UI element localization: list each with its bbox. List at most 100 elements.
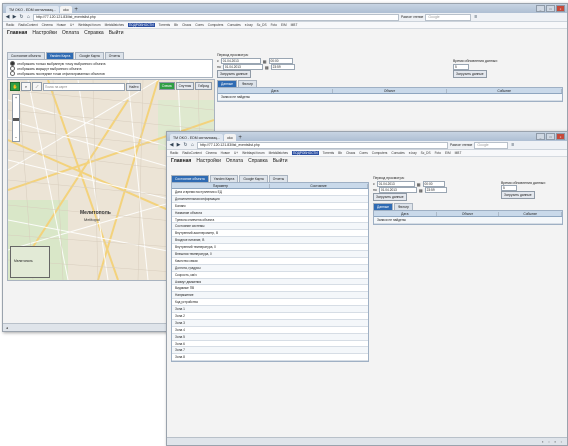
bookmark-item[interactable]: Radio [6,23,14,27]
apply-button[interactable]: Загрузить данные [501,191,535,199]
map-type-hybrid[interactable]: Гибрид [195,82,212,90]
calendar-icon[interactable]: ▦ [265,65,269,70]
menu-icon[interactable]: ≡ [473,14,478,20]
param-row[interactable]: Качество связи [172,258,368,265]
address-bar[interactable]: http://77.120.121.83/list_eventslist.php [197,141,448,149]
calendar-icon[interactable]: ▦ [417,182,421,187]
bookmark-item[interactable]: ПОДРОБНОСТИ [127,23,155,27]
zoom-in-icon[interactable]: + [13,95,19,100]
forward-icon[interactable]: ▶ [12,14,17,20]
minimize-icon[interactable]: _ [536,5,545,12]
bookmark-item[interactable]: Radio [170,151,178,155]
bookmark-item[interactable]: Новое [57,23,66,27]
column-event[interactable]: Событие [447,88,563,93]
radio-last-points[interactable]: отображать последние точки отфильтрованн… [10,71,210,76]
time-to-input[interactable]: 23:59 [270,64,295,70]
maximize-icon[interactable]: □ [546,133,555,140]
tab-object-state[interactable]: Состояние объекта [171,175,209,182]
bookmark-item[interactable]: EIM [445,151,451,155]
tab-filter[interactable]: Фильтр [237,80,257,87]
bookmarks-reading-label[interactable]: Разное чтение [401,15,423,19]
menu-settings[interactable]: Настройки [32,30,57,36]
home-icon[interactable]: ⌂ [190,142,195,148]
param-row[interactable]: Азимут движения [172,278,368,286]
search-input[interactable]: Google [474,141,509,149]
param-row[interactable]: Зона 8 [172,354,368,362]
tab-reports[interactable]: Отчеты [104,52,125,59]
param-row[interactable]: Дополнительная информация [172,195,368,203]
param-row[interactable]: Скорость, км/ч [172,272,368,279]
apply-button[interactable]: Загрузить данные [453,70,487,78]
tab-google-map[interactable]: Google Карта [239,175,268,182]
bookmark-item[interactable]: Webfaqst forum [78,23,100,27]
bookmark-item[interactable]: RadioContext [182,151,201,155]
browser-tab[interactable]: TM OKO - ЕDМ сигнализац... [170,134,223,141]
calendar-icon[interactable]: ▦ [419,188,423,193]
load-data-button[interactable]: Загрузить данные [217,70,251,78]
browser-tab-active[interactable]: oko [60,6,72,13]
back-icon[interactable]: ◀ [169,142,174,148]
param-row[interactable]: Состояние системы [172,223,368,231]
time-to-input[interactable]: 23:59 [424,187,447,193]
bookmark-item[interactable]: Cores [359,151,368,155]
hand-tool-icon[interactable]: ✋ [10,82,20,91]
home-icon[interactable]: ⌂ [26,14,31,20]
map-search-input[interactable]: Поиск на карте [43,82,125,91]
menu-main[interactable]: Главная [171,158,191,164]
menu-help[interactable]: Справка [248,158,268,164]
tab-reports[interactable]: Отчеты [268,175,289,182]
zoom-thumb[interactable] [13,118,19,121]
map-find-button[interactable]: Найти [126,82,142,91]
zoom-tool-icon[interactable]: ⌕ [21,82,31,91]
load-data-button[interactable]: Загрузить данные [373,193,407,201]
map-type-satellite[interactable]: Спутник [175,82,195,90]
param-row[interactable]: Зона 5 [172,333,368,341]
param-row[interactable]: Тревога отмечена объекта [172,217,368,224]
param-row[interactable]: Зона 6 [172,341,368,348]
column-object[interactable]: Объект [333,88,448,93]
address-bar[interactable]: http://77.120.121.83/list_eventslist.php [33,13,399,21]
bookmark-item[interactable]: RadioContext [18,23,37,27]
bookmark-item[interactable]: Новое [221,151,230,155]
bookmark-item[interactable]: Bb [338,151,342,155]
menu-exit[interactable]: Выйти [273,158,288,164]
bookmark-item[interactable]: Foto [271,23,277,27]
tab-filter[interactable]: Фильтр [393,203,413,210]
search-input[interactable]: Google [425,13,472,21]
bookmark-item[interactable]: Consoles [391,151,404,155]
bookmark-item[interactable]: MetaWatches [105,23,124,27]
tab-yandex-map[interactable]: Yandex Карта [45,52,75,59]
bookmark-item[interactable]: Torrents [323,151,335,155]
bookmark-item[interactable]: U+ [234,151,238,155]
close-icon[interactable]: × [556,133,565,140]
bookmark-item[interactable]: e-bay [409,151,417,155]
param-row[interactable]: Название объекта [172,209,368,217]
zoom-out-icon[interactable]: − [13,135,19,140]
minimize-icon[interactable]: _ [536,133,545,140]
bookmark-item[interactable]: Webfaqst forum [242,151,264,155]
bookmark-item[interactable]: Foto [435,151,441,155]
bookmark-item[interactable]: Chaos [346,151,355,155]
param-row[interactable]: Баланс [172,203,368,210]
tab-data[interactable]: Данные [373,203,393,210]
bookmark-item[interactable]: ПОДРОБНОСТИ [291,151,319,155]
menu-settings[interactable]: Настройки [196,158,221,164]
bookmark-item[interactable]: Sc_DS [257,23,267,27]
param-row[interactable]: Дата и время поступления к ЕД [172,189,368,196]
param-row[interactable]: Внутренний температура, 0 [172,244,368,252]
bookmark-item[interactable]: MetaWatches [269,151,288,155]
maximize-icon[interactable]: □ [546,5,555,12]
bookmark-item[interactable]: Cinema [42,23,53,27]
back-icon[interactable]: ◀ [5,14,10,20]
column-event[interactable]: Событие [499,211,563,216]
column-date[interactable]: Дата [218,88,333,93]
param-row[interactable]: Зона 2 [172,313,368,320]
tab-google-map[interactable]: Google Карта [75,52,104,59]
bookmarks-reading-label[interactable]: Разное чтение [450,143,472,147]
param-row[interactable]: Внешняя температура, 0 [172,251,368,258]
browser-tab[interactable]: TM OKO - ЕDМ сигнализац... [6,6,59,13]
param-row[interactable]: Входное питание, В [172,237,368,245]
tab-yandex-map[interactable]: Yandex Карта [209,175,239,182]
bookmark-item[interactable]: Computers [208,23,224,27]
column-state[interactable]: Состояние [270,183,368,188]
